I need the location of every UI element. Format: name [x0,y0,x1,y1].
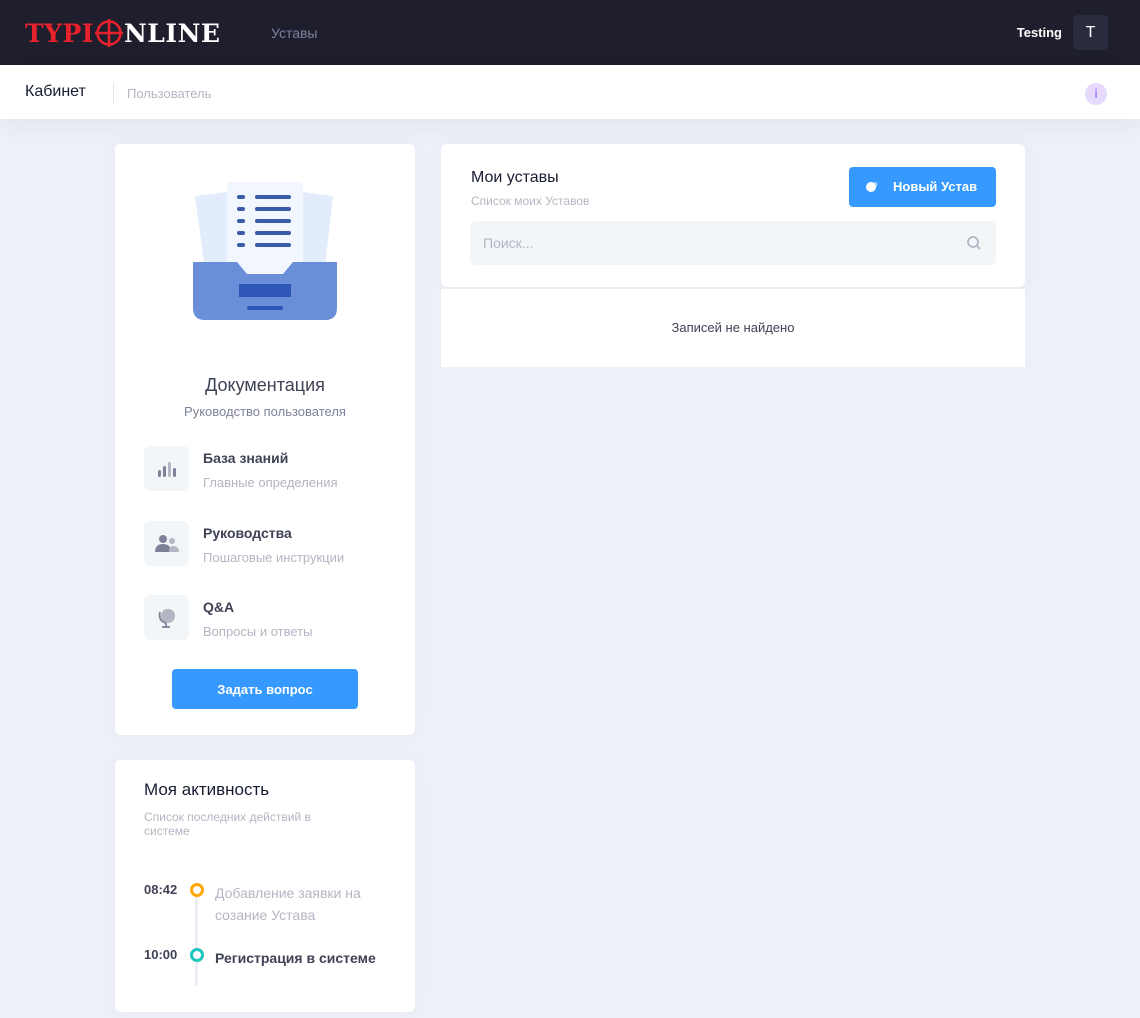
doc-item-knowledge-base[interactable]: База знаний Главные определения [144,446,394,492]
logo-text-left: TYPI [25,18,94,48]
activity-card: Моя активность Список последних действий… [115,760,415,1012]
my-ustavs-card: Мои уставы Список моих Уставов Новый Уст… [441,144,1025,287]
globe-icon [144,595,189,640]
documentation-card: Документация Руководство пользователя Ба… [115,144,415,735]
activity-title: Моя активность [144,780,270,799]
user-name[interactable]: Testing [1017,25,1062,40]
toggle-icon [866,182,878,192]
ustavs-title: Мои уставы [471,169,559,186]
user-avatar[interactable]: T [1073,15,1108,50]
timeline-time: 10:00 [144,947,178,962]
nav-item-ustavs[interactable]: Уставы [271,25,318,41]
ask-question-button[interactable]: Задать вопрос [172,669,358,709]
doc-item-title: Руководства [203,525,292,541]
ustavs-subtitle: Список моих Уставов [471,194,590,208]
info-icon[interactable]: i [1085,83,1107,105]
top-header: TYPI NLINE Уставы Testing T [0,0,1140,65]
logo-text-right: NLINE [123,18,221,48]
doc-item-description: Вопросы и ответы [203,624,313,639]
breadcrumb[interactable]: Пользователь [127,86,211,101]
documentation-subtitle: Руководство пользователя [184,404,346,419]
logo-cross-icon [94,19,123,47]
document-tray-illustration [193,182,337,320]
documentation-title: Документация [205,375,325,395]
timeline-text: Добавление заявки на созание Устава [215,885,361,923]
doc-item-description: Пошаговые инструкции [203,550,345,565]
subheader-divider [113,82,114,104]
subheader: Кабинет Пользователь i [0,65,1140,119]
doc-item-title: Q&A [203,599,235,615]
timeline-dot-icon [190,883,204,897]
empty-message: Записей не найдено [671,320,795,335]
doc-item-qa[interactable]: Q&A Вопросы и ответы [144,595,394,641]
doc-item-description: Главные определения [203,475,338,490]
users-icon [144,521,189,566]
timeline-line [195,894,198,986]
activity-subtitle: Список последних действий в системе [144,810,311,838]
new-ustav-label: Новый Устав [893,179,978,194]
timeline-text: Регистрация в системе [215,950,376,966]
doc-item-guides[interactable]: Руководства Пошаговые инструкции [144,521,394,567]
timeline-time: 08:42 [144,882,178,897]
timeline-dot-icon [190,948,204,962]
new-ustav-button[interactable]: Новый Устав [849,167,996,207]
search-icon[interactable] [966,235,982,251]
typicon-logo[interactable]: TYPI NLINE [25,18,220,48]
doc-item-title: База знаний [203,450,289,466]
page-title: Кабинет [25,83,86,100]
ustavs-table: Записей не найдено [441,289,1025,367]
search-box [470,221,996,265]
bar-chart-icon [144,446,189,491]
search-input[interactable] [470,221,950,265]
